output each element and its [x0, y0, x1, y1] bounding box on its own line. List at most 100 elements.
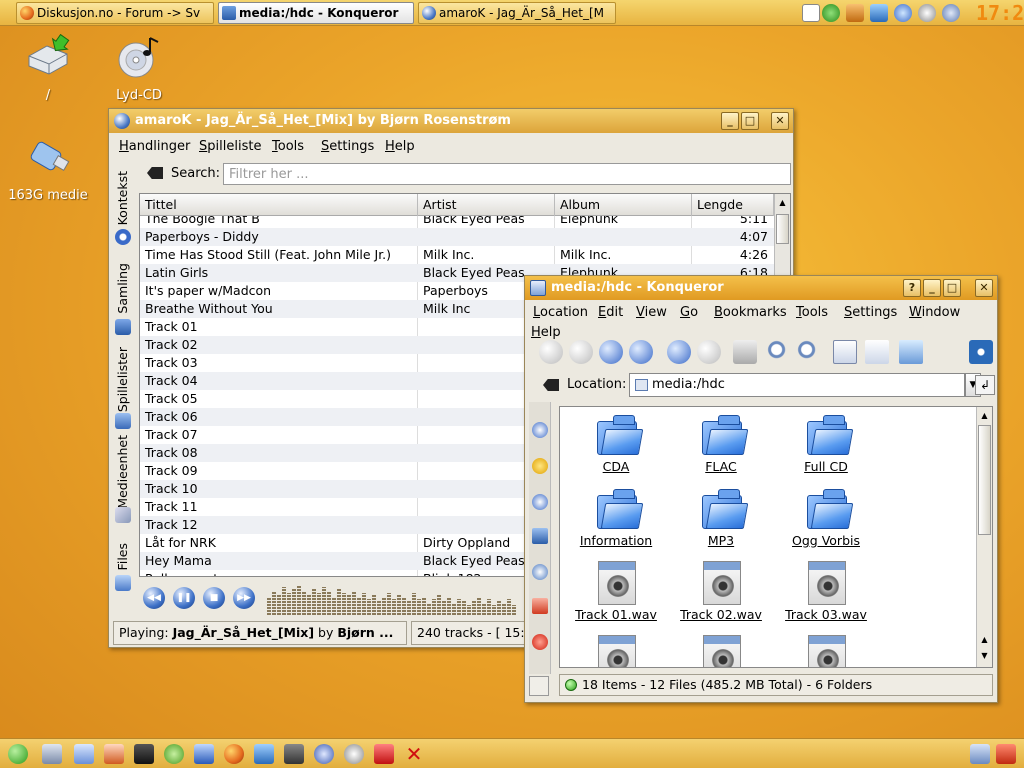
- minimize-button[interactable]: _: [923, 279, 941, 297]
- media-icon[interactable]: [532, 634, 548, 650]
- zoom-in-icon[interactable]: [767, 340, 791, 364]
- menu-edit[interactable]: Edit: [598, 302, 623, 324]
- scroll-down-arrow[interactable]: ▼: [978, 649, 991, 663]
- maximize-button[interactable]: □: [741, 112, 759, 130]
- go-button[interactable]: ↲: [975, 375, 995, 395]
- package-icon[interactable]: [846, 4, 864, 22]
- settings-gear-icon[interactable]: [918, 4, 936, 22]
- close-button[interactable]: ✕: [771, 112, 789, 130]
- menu-settings[interactable]: Settings: [844, 302, 897, 324]
- file-item[interactable]: Track 01.wav: [564, 559, 668, 629]
- gimp-icon[interactable]: [164, 744, 184, 764]
- menu-tools[interactable]: Tools: [796, 302, 828, 324]
- stop-icon[interactable]: [697, 340, 721, 364]
- clock[interactable]: 17:29: [976, 1, 1024, 25]
- logout-x-icon[interactable]: ✕: [404, 744, 424, 764]
- preview-icon[interactable]: [899, 340, 923, 364]
- menu-location[interactable]: Location: [533, 302, 588, 324]
- playlist-row[interactable]: Paperboys - Diddy 4:07: [140, 228, 774, 246]
- search-input[interactable]: [223, 163, 791, 185]
- file-item[interactable]: [564, 633, 668, 667]
- sidebar-tab-spillelister[interactable]: Spillelister: [112, 347, 136, 431]
- mib-icon[interactable]: [374, 744, 394, 764]
- scroll-up-arrow[interactable]: ▲: [978, 409, 991, 423]
- menu-view[interactable]: View: [636, 302, 667, 324]
- spectrum-analyzer[interactable]: [267, 583, 523, 615]
- kde-icon[interactable]: [942, 4, 960, 22]
- desktop-icon-audio-cd[interactable]: Lyd-CD: [94, 34, 184, 103]
- firefox-icon[interactable]: [224, 744, 244, 764]
- playlist-row[interactable]: The Boogie That B Black Eyed Peas Elephunk…: [140, 216, 774, 228]
- close-button[interactable]: ✕: [975, 279, 993, 297]
- menu-spilleliste[interactable]: Spilleliste: [199, 136, 261, 158]
- folder-item[interactable]: Ogg Vorbis: [774, 485, 878, 555]
- konqueror-gear-icon[interactable]: [969, 340, 993, 364]
- history-icon[interactable]: [532, 494, 548, 510]
- terminal-icon[interactable]: [134, 744, 154, 764]
- desktop-icon-root[interactable]: /: [3, 33, 93, 103]
- scroll-thumb[interactable]: [978, 425, 991, 535]
- maximize-button[interactable]: □: [943, 279, 961, 297]
- sidebar-network-icon[interactable]: [532, 422, 548, 438]
- clear-search-icon[interactable]: [147, 167, 163, 179]
- folder-item[interactable]: FLAC: [669, 411, 773, 481]
- print-icon[interactable]: [733, 340, 757, 364]
- sidebar-tab-samling[interactable]: Samling: [112, 259, 136, 341]
- folder-item[interactable]: Full CD: [774, 411, 878, 481]
- column-header-title[interactable]: Tittel: [140, 194, 418, 216]
- help-button[interactable]: ?: [903, 279, 921, 297]
- sidebar-tab-medieenhet[interactable]: Medieenhet: [112, 435, 136, 525]
- file-item[interactable]: [669, 633, 773, 667]
- menu-handlinger[interactable]: Handlinger: [119, 136, 190, 158]
- root-folder-icon[interactable]: [532, 598, 548, 614]
- list-view-icon[interactable]: [865, 340, 889, 364]
- network-manager-icon[interactable]: [194, 744, 214, 764]
- sidebar-tab-files[interactable]: Files: [112, 539, 136, 591]
- menu-window[interactable]: Window: [909, 302, 960, 324]
- tool-icon[interactable]: [284, 744, 304, 764]
- klipper-icon[interactable]: [802, 4, 820, 22]
- minimize-button[interactable]: _: [721, 112, 739, 130]
- folder-item[interactable]: Information: [564, 485, 668, 555]
- sidebar-toggle-button[interactable]: [529, 676, 549, 696]
- menu-go[interactable]: Go: [680, 302, 698, 324]
- playlist-row[interactable]: Time Has Stood Still (Feat. John Mile Jr…: [140, 246, 774, 264]
- bookmarks-star-icon[interactable]: [532, 458, 548, 474]
- amarok-titlebar[interactable]: amaroK - Jag_Är_Så_Het_[Mix] by Bjørn Ro…: [109, 109, 793, 133]
- menu-bookmarks[interactable]: Bookmarks: [714, 302, 787, 324]
- konqueror-titlebar[interactable]: media:/hdc - Konqueror ? _ □ ✕: [525, 276, 997, 300]
- network-icon[interactable]: [822, 4, 840, 22]
- stop-button[interactable]: ■: [203, 587, 225, 609]
- reload-icon[interactable]: [667, 340, 691, 364]
- icon-view-icon[interactable]: [833, 340, 857, 364]
- menu-help[interactable]: Help: [385, 136, 415, 158]
- shutdown-icon[interactable]: [996, 744, 1016, 764]
- connection-icon[interactable]: [870, 4, 888, 22]
- desktop-icon-usb-media[interactable]: 163G medie: [3, 134, 93, 203]
- scroll-up-arrow[interactable]: ▲: [776, 196, 789, 210]
- kmenu-icon[interactable]: [8, 744, 28, 764]
- zoom-out-icon[interactable]: [797, 340, 821, 364]
- home-icon[interactable]: [104, 744, 124, 764]
- file-manager-icon[interactable]: [74, 744, 94, 764]
- show-desktop-icon[interactable]: [42, 744, 62, 764]
- column-header-album[interactable]: Album: [555, 194, 692, 216]
- file-item[interactable]: Track 03.wav: [774, 559, 878, 629]
- column-header-length[interactable]: Lengde: [692, 194, 774, 216]
- column-header-artist[interactable]: Artist: [418, 194, 555, 216]
- fileview-scrollbar[interactable]: ▲ ▲ ▼: [976, 407, 992, 667]
- next-button[interactable]: ▶▶: [233, 587, 255, 609]
- sidebar-tab-kontekst[interactable]: Kontekst: [112, 167, 136, 251]
- menu-tools[interactable]: Tools: [272, 136, 304, 158]
- amarok-launcher-icon[interactable]: [314, 744, 334, 764]
- kopete-icon[interactable]: [254, 744, 274, 764]
- forward-icon[interactable]: [569, 340, 593, 364]
- location-input[interactable]: media:/hdc: [629, 373, 965, 397]
- window-list-icon[interactable]: [970, 744, 990, 764]
- folder-item[interactable]: CDA: [564, 411, 668, 481]
- home-icon[interactable]: [629, 340, 653, 364]
- back-icon[interactable]: [539, 340, 563, 364]
- taskbar-task-firefox[interactable]: Diskusjon.no - Forum -> Sv: [16, 2, 214, 24]
- clear-location-icon[interactable]: [543, 379, 559, 391]
- previous-button[interactable]: ◀◀: [143, 587, 165, 609]
